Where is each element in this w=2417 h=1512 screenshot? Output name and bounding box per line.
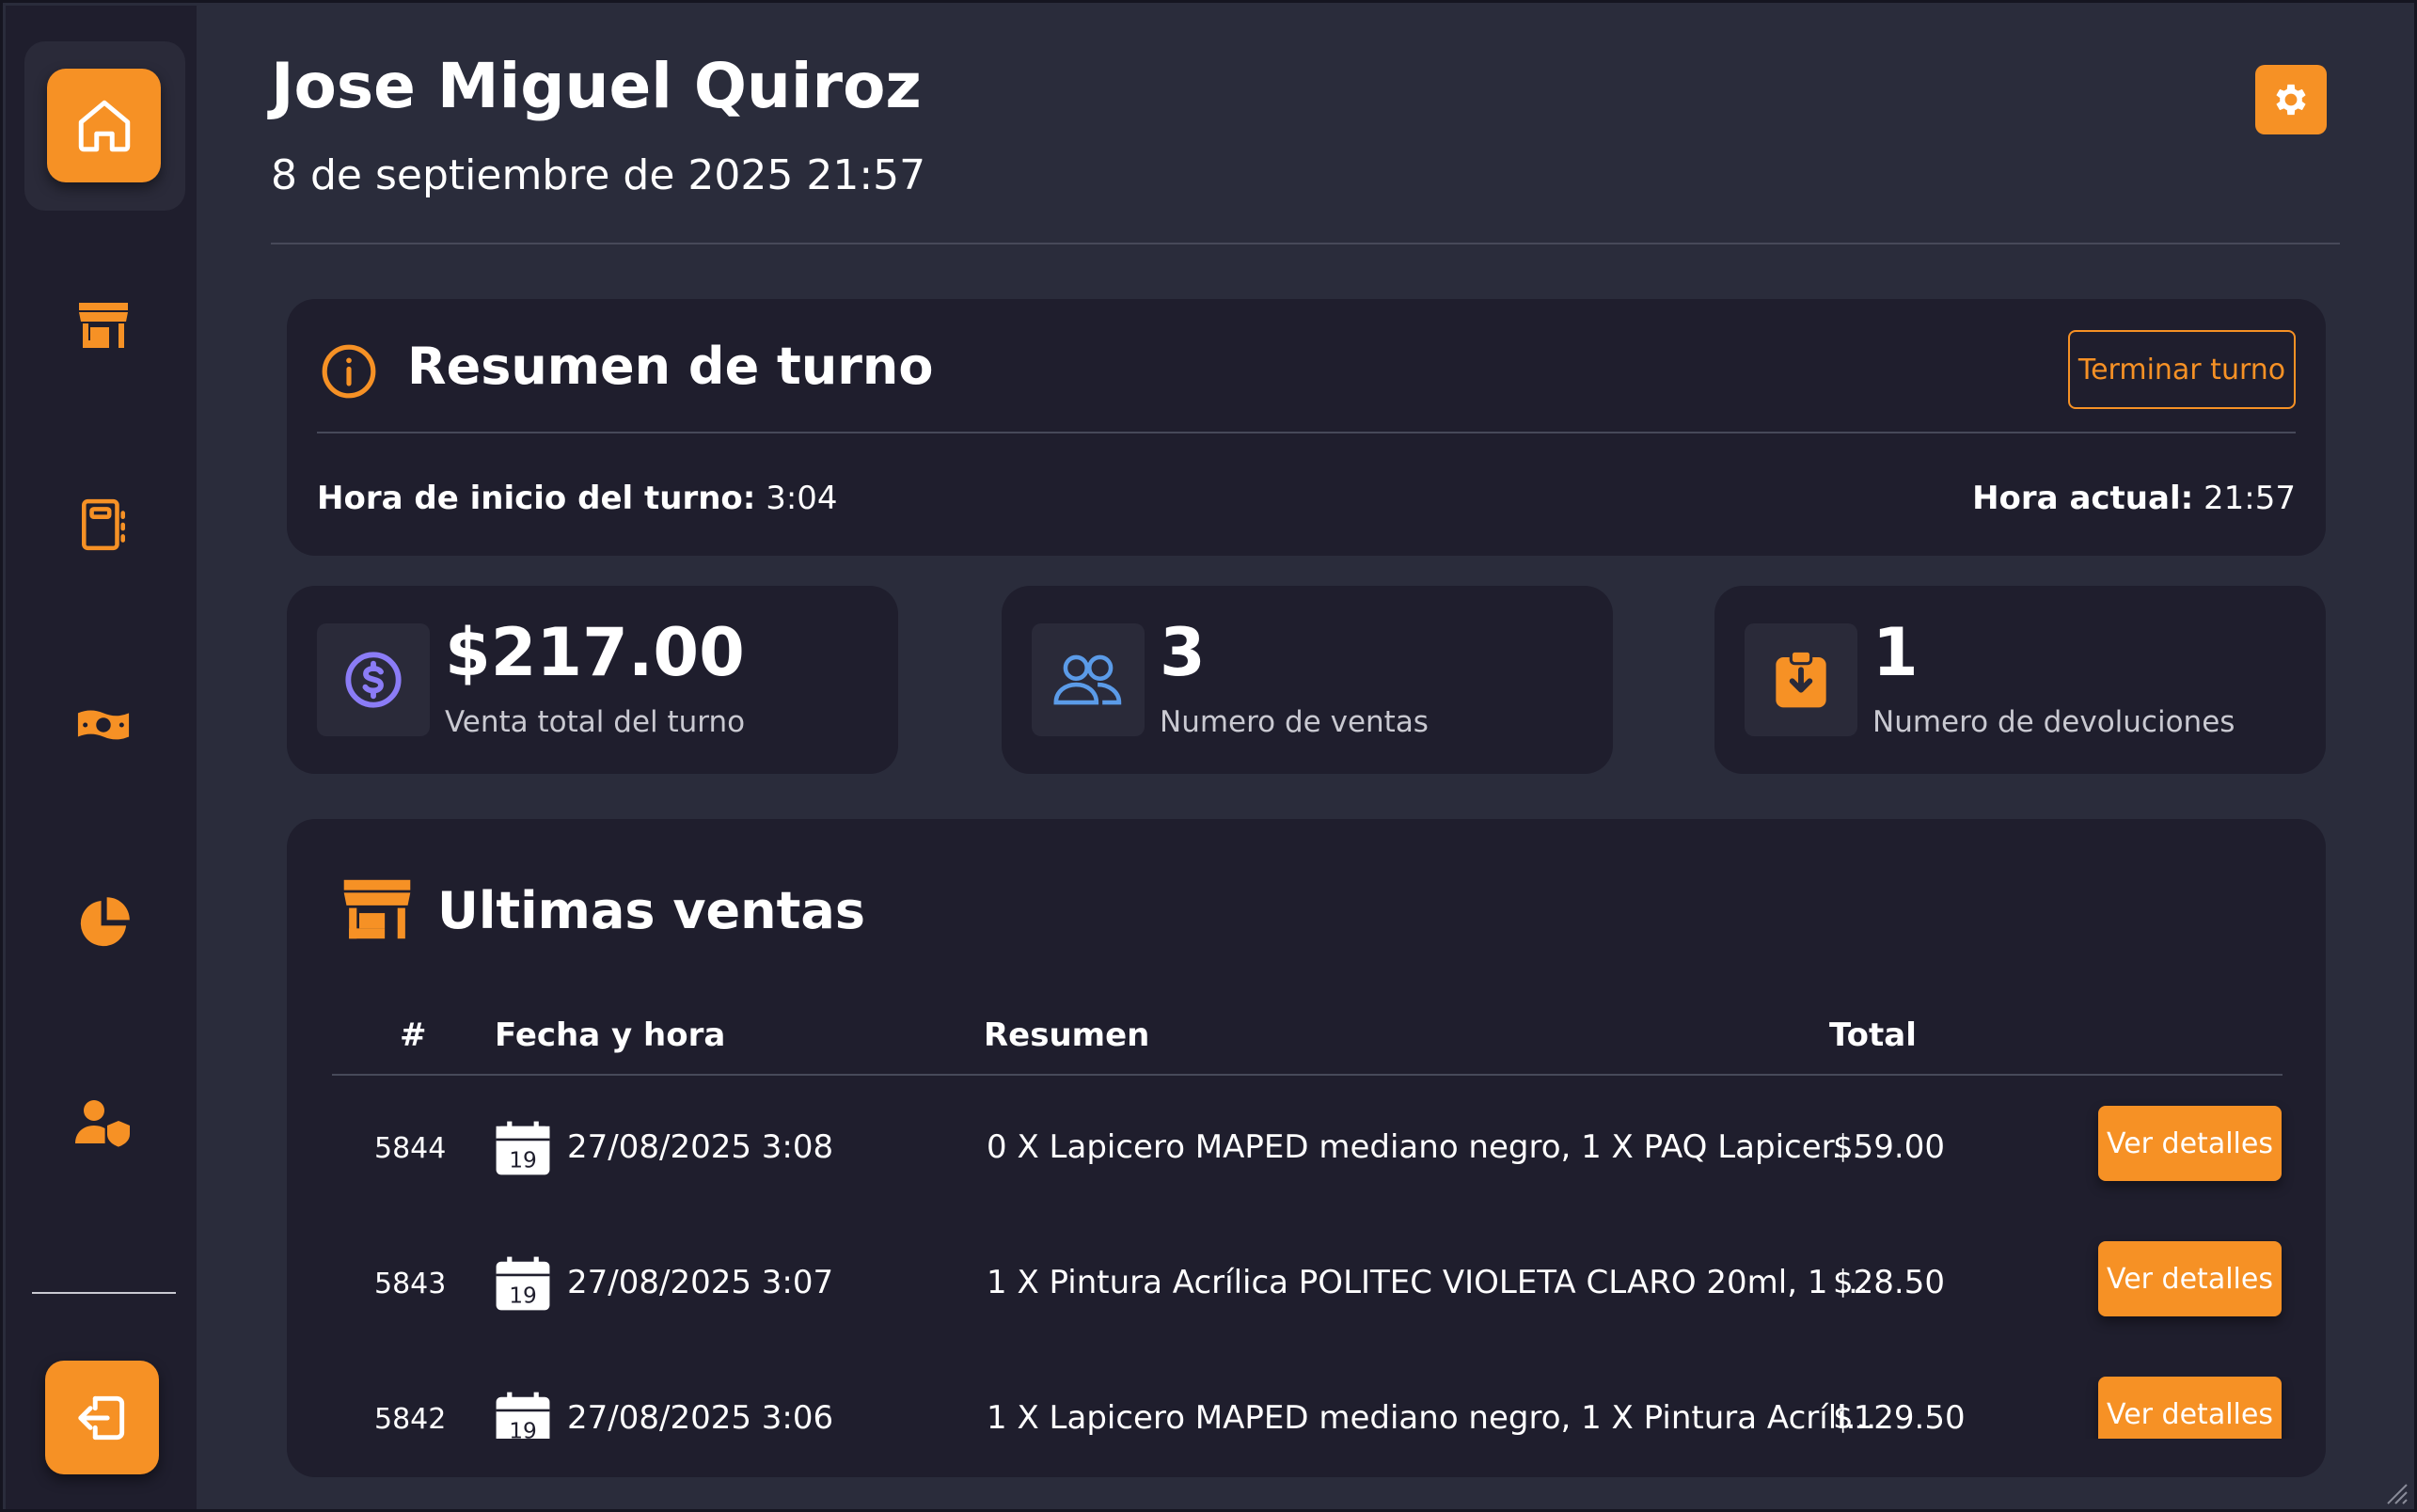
sale-total: $129.50 — [1833, 1399, 1966, 1437]
table-row: 5843 19 27/08/2025 3:07 1 X Pintura Acrí… — [287, 1241, 2326, 1326]
column-header-total: Total — [1829, 1016, 1917, 1054]
return-icon — [1776, 650, 1826, 708]
sale-total: $28.50 — [1833, 1264, 1945, 1301]
sale-id: 5843 — [374, 1268, 447, 1300]
calendar-icon: 19 — [496, 1256, 550, 1311]
current-time: Hora actual: 21:57 — [1972, 480, 2296, 517]
dollar-icon — [345, 652, 402, 708]
current-datetime: 8 de septiembre de 2025 21:57 — [271, 151, 926, 199]
sale-datetime: 27/08/2025 3:08 — [567, 1128, 834, 1166]
store-icon — [79, 303, 128, 348]
sidebar-item-reports[interactable] — [71, 891, 135, 955]
pie-chart-icon — [80, 897, 130, 947]
settings-button[interactable] — [2255, 65, 2327, 134]
sale-summary: 0 X Lapicero MAPED mediano negro, 1 X PA… — [987, 1128, 1862, 1166]
total-sales-label: Venta total del turno — [445, 705, 746, 739]
calendar-day: 19 — [509, 1284, 537, 1309]
sale-id: 5842 — [374, 1403, 447, 1436]
sale-total: $59.00 — [1833, 1128, 1945, 1166]
stat-card-total-sales: $217.00 Venta total del turno — [287, 586, 898, 774]
money-icon — [77, 710, 130, 740]
table-divider — [332, 1074, 2283, 1076]
shift-start-time: Hora de inicio del turno: 3:04 — [317, 480, 838, 517]
sidebar — [6, 6, 197, 1509]
summary-divider — [317, 432, 2296, 433]
sidebar-item-cash[interactable] — [71, 692, 135, 756]
sale-summary: 1 X Pintura Acrílica POLITEC VIOLETA CLA… — [987, 1264, 1869, 1301]
user-name: Jose Miguel Quiroz — [271, 50, 922, 122]
recent-sales-card: Ultimas ventas # Fecha y hora Resumen To… — [287, 819, 2326, 1477]
resize-grip-icon[interactable] — [2384, 1481, 2409, 1505]
stat-icon-box — [317, 623, 430, 736]
shift-start-value: 3:04 — [766, 480, 838, 517]
sales-count-label: Numero de ventas — [1160, 705, 1429, 739]
stat-card-sales-count: 3 Numero de ventas — [1002, 586, 1613, 774]
sales-count-value: 3 — [1160, 614, 1206, 691]
view-details-button[interactable]: Ver detalles — [2098, 1241, 2282, 1316]
sale-datetime: 27/08/2025 3:06 — [567, 1399, 834, 1437]
sidebar-item-notebook[interactable] — [71, 493, 135, 557]
stat-icon-box — [1745, 623, 1857, 736]
sidebar-item-store[interactable] — [71, 293, 135, 357]
sale-id: 5844 — [374, 1132, 447, 1165]
total-sales-value: $217.00 — [445, 614, 745, 691]
shift-summary-card: Resumen de turno Terminar turno Hora de … — [287, 299, 2326, 556]
user-shield-icon — [75, 1100, 130, 1147]
column-header-datetime: Fecha y hora — [495, 1016, 726, 1054]
sale-datetime: 27/08/2025 3:07 — [567, 1264, 834, 1301]
view-details-button[interactable]: Ver detalles — [2098, 1106, 2282, 1181]
logout-icon — [77, 1395, 124, 1440]
returns-count-value: 1 — [1872, 614, 1919, 691]
notebook-icon — [82, 498, 125, 551]
stat-card-returns: 1 Numero de devoluciones — [1714, 586, 2326, 774]
sale-summary: 1 X Lapicero MAPED mediano negro, 1 X Pi… — [987, 1399, 1877, 1437]
shift-start-label: Hora de inicio del turno: — [317, 480, 756, 517]
column-header-summary: Resumen — [984, 1016, 1150, 1054]
end-shift-button[interactable]: Terminar turno — [2068, 330, 2296, 409]
returns-count-label: Numero de devoluciones — [1872, 705, 2235, 739]
users-icon — [1053, 654, 1122, 705]
table-row: 5844 19 27/08/2025 3:08 0 X Lapicero MAP… — [287, 1106, 2326, 1190]
sidebar-divider — [32, 1292, 176, 1294]
calendar-day: 19 — [509, 1148, 537, 1173]
calendar-day: 19 — [509, 1419, 537, 1439]
recent-sales-title: Ultimas ventas — [437, 881, 865, 940]
app-window: Jose Miguel Quiroz 8 de septiembre de 20… — [0, 0, 2417, 1512]
table-row: 5842 19 27/08/2025 3:06 1 X Lapicero MAP… — [287, 1377, 2326, 1439]
store-icon — [343, 879, 411, 939]
home-icon — [78, 100, 130, 151]
current-time-label: Hora actual: — [1972, 480, 2194, 517]
column-header-id: # — [400, 1016, 427, 1054]
gear-icon — [2276, 84, 2306, 116]
view-details-button[interactable]: Ver detalles — [2098, 1377, 2282, 1439]
header-divider — [271, 243, 2340, 244]
calendar-icon: 19 — [496, 1121, 550, 1175]
current-time-value: 21:57 — [2204, 480, 2296, 517]
logout-button[interactable] — [45, 1361, 159, 1474]
calendar-icon: 19 — [496, 1392, 550, 1439]
sidebar-active-wrap — [24, 41, 185, 211]
stat-icon-box — [1032, 623, 1145, 736]
shift-summary-title: Resumen de turno — [407, 337, 934, 396]
info-icon — [322, 344, 376, 399]
sidebar-item-users[interactable] — [71, 1091, 135, 1155]
sidebar-item-home[interactable] — [47, 69, 161, 182]
